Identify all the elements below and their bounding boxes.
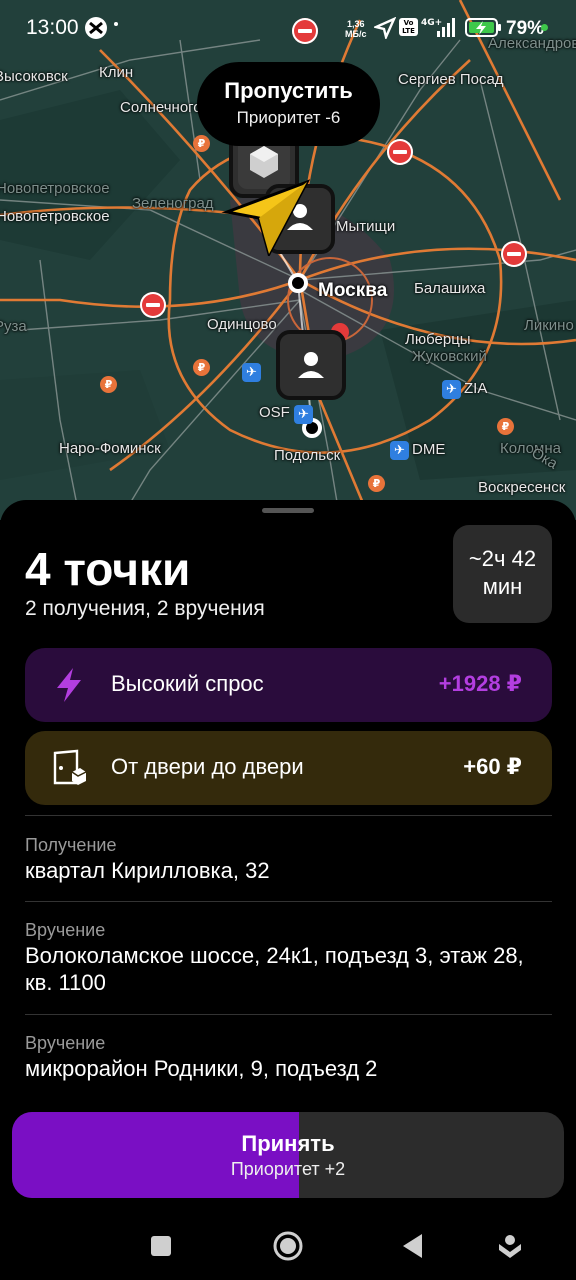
map-label: Жуковский bbox=[412, 348, 487, 365]
accept-button[interactable]: Принять Приоритет +2 bbox=[12, 1112, 564, 1198]
points-summary: 2 получения, 2 вручения bbox=[25, 597, 265, 620]
map-label: Одинцово bbox=[207, 316, 277, 333]
map-label: Новопетровское bbox=[0, 208, 110, 225]
stop-item[interactable]: Получение квартал Кирилловка, 32 bbox=[25, 835, 552, 884]
road-closed-icon bbox=[501, 241, 527, 267]
active-dot-icon bbox=[541, 24, 548, 31]
bonus-label: Высокий спрос bbox=[111, 671, 264, 696]
recipient-pin[interactable] bbox=[276, 330, 346, 400]
map-label: Люберцы bbox=[405, 331, 471, 348]
4g-signal-icon: 4G+ bbox=[421, 18, 455, 37]
navigation-arrow-icon bbox=[221, 179, 311, 256]
map-label: Наро-Фоминск bbox=[59, 440, 161, 457]
stop-item[interactable]: Вручение микрорайон Родники, 9, подъезд … bbox=[25, 1033, 552, 1082]
skip-button[interactable]: Пропустить Приоритет -6 bbox=[197, 62, 380, 146]
map-label: Руза bbox=[0, 318, 27, 335]
airport-label: DME bbox=[412, 441, 446, 458]
map-label: Новопетровское bbox=[0, 180, 110, 197]
eta-badge: ~2ч 42 мин bbox=[453, 525, 552, 623]
volte-icon: Vo LTE bbox=[399, 18, 418, 36]
battery-percent: 79% bbox=[506, 18, 545, 39]
lightning-icon bbox=[57, 668, 81, 702]
status-bar: 13:00 1,36 МБ/с Vo LTE 4G+ 79% bbox=[0, 0, 576, 56]
app-notification-icon bbox=[85, 17, 107, 39]
divider bbox=[25, 1014, 552, 1015]
airport-label: OSF bbox=[259, 404, 290, 421]
home-circle-icon[interactable] bbox=[268, 1226, 308, 1266]
road-closed-icon bbox=[387, 139, 413, 165]
map-view[interactable]: Александров Высоковск Клин Сергиев Посад… bbox=[0, 0, 576, 520]
network-speed-unit: МБ/с bbox=[345, 29, 367, 39]
map-label: Зеленоград bbox=[132, 195, 214, 212]
stop-item[interactable]: Вручение Волоколамское шоссе, 24к1, подъ… bbox=[25, 920, 552, 996]
stop-type: Вручение bbox=[25, 1033, 106, 1053]
divider bbox=[25, 901, 552, 902]
road-closed-icon bbox=[140, 292, 166, 318]
network-speed-value: 1,36 bbox=[346, 19, 365, 29]
accept-priority: Приоритет +2 bbox=[230, 1159, 346, 1179]
dot-icon bbox=[114, 22, 118, 26]
bonus-amount: +1928 ₽ bbox=[438, 671, 522, 696]
assistant-icon[interactable] bbox=[490, 1226, 530, 1266]
ruble-marker-icon: ₽ bbox=[368, 475, 385, 492]
airport-icon: ✈ bbox=[390, 441, 409, 460]
eta-time: ~2ч 42 bbox=[468, 546, 537, 571]
ruble-marker-icon: ₽ bbox=[497, 418, 514, 435]
sheet-drag-handle[interactable] bbox=[262, 508, 314, 513]
stop-type: Вручение bbox=[25, 920, 106, 940]
map-label-moscow: Москва bbox=[318, 280, 388, 301]
system-nav-bar bbox=[0, 1206, 576, 1280]
back-triangle-icon[interactable] bbox=[392, 1226, 432, 1266]
airport-icon: ✈ bbox=[242, 363, 261, 382]
map-label: Клин bbox=[99, 64, 134, 81]
map-label: Сергиев Посад bbox=[398, 71, 504, 88]
status-time: 13:00 bbox=[26, 16, 79, 39]
bonus-door-to-door: От двери до двери +60 ₽ bbox=[25, 731, 552, 805]
map-label: Подольск bbox=[274, 447, 341, 464]
map-label: Ликино bbox=[524, 317, 574, 334]
stop-address: квартал Кирилловка, 32 bbox=[25, 858, 270, 883]
map-label: Балашиха bbox=[414, 280, 486, 297]
accept-title: Принять bbox=[241, 1131, 335, 1156]
stop-address: Волоколамское шоссе, 24к1, подъезд 3, эт… bbox=[25, 943, 524, 995]
skip-priority: Приоритет -6 bbox=[236, 108, 341, 127]
svg-text:4G+: 4G+ bbox=[421, 18, 442, 28]
order-sheet[interactable]: 4 точки 2 получения, 2 вручения ~2ч 42 м… bbox=[0, 500, 576, 1280]
person-icon bbox=[298, 352, 324, 378]
recents-square-icon[interactable] bbox=[141, 1226, 181, 1266]
stop-type: Получение bbox=[25, 835, 117, 855]
location-arrow-icon bbox=[374, 17, 396, 39]
ruble-marker-icon: ₽ bbox=[193, 135, 210, 152]
points-count-title: 4 точки bbox=[25, 543, 191, 595]
battery-charging-icon bbox=[465, 18, 501, 37]
airport-icon: ✈ bbox=[442, 380, 461, 399]
map-label: Высоковск bbox=[0, 68, 68, 85]
bonus-amount: +60 ₽ bbox=[463, 754, 522, 779]
divider bbox=[25, 815, 552, 816]
bonus-high-demand: Высокий спрос +1928 ₽ bbox=[25, 648, 552, 722]
stop-address: микрорайон Родники, 9, подъезд 2 bbox=[25, 1056, 378, 1081]
airport-label: ZIA bbox=[464, 380, 488, 397]
bonus-label: От двери до двери bbox=[111, 754, 304, 779]
door-package-icon bbox=[53, 749, 87, 785]
ruble-marker-icon: ₽ bbox=[193, 359, 210, 376]
map-label: Воскресенск bbox=[478, 479, 566, 496]
eta-unit: мин bbox=[482, 574, 523, 599]
map-label: Мытищи bbox=[336, 218, 396, 235]
skip-title: Пропустить bbox=[224, 78, 353, 103]
network-speed: 1,36 МБ/с bbox=[345, 19, 366, 39]
ruble-marker-icon: ₽ bbox=[100, 376, 117, 393]
airport-icon: ✈ bbox=[294, 405, 313, 424]
